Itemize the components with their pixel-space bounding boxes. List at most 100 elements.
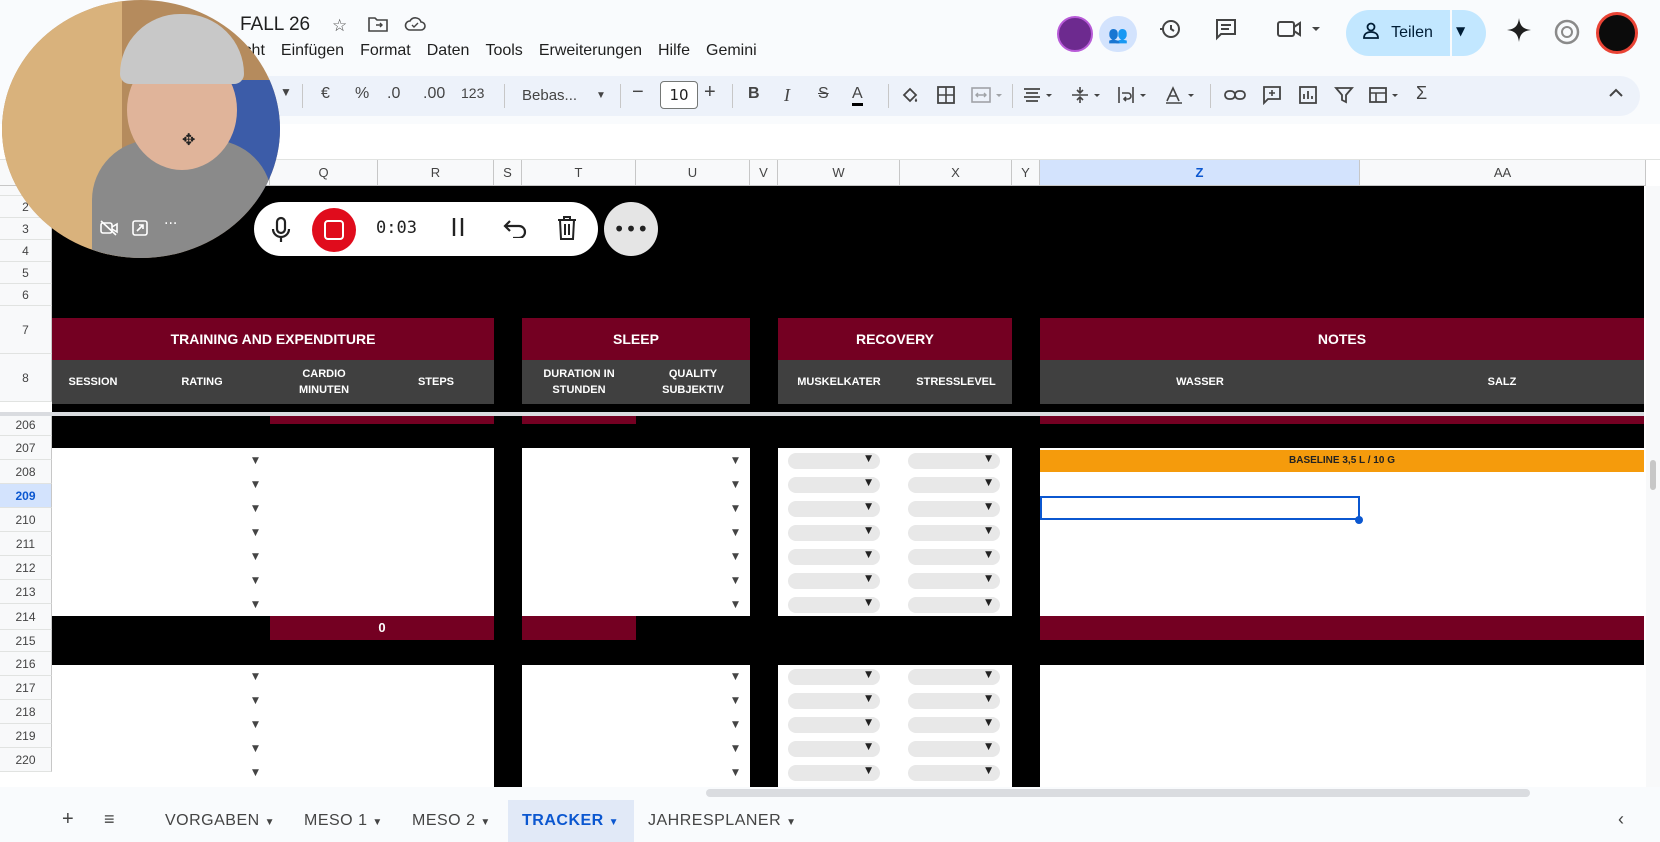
rating-dropdown-icon[interactable]: ▼ [252, 600, 259, 610]
menu-gemini[interactable]: Gemini [706, 42, 757, 60]
italic-button[interactable]: I [784, 85, 790, 106]
stop-recording-button[interactable] [312, 208, 356, 252]
row-header[interactable]: 208 [0, 460, 52, 484]
muskelkater-dropdown-chip[interactable]: ▼ [788, 525, 880, 541]
gemini-sparkle-icon[interactable] [1506, 17, 1532, 49]
fill-color-icon[interactable] [900, 85, 920, 110]
tab-jahresplaner[interactable]: JAHRESPLANER ▼ [648, 812, 797, 830]
insert-comment-icon[interactable] [1262, 85, 1282, 110]
bubble-more-icon[interactable]: ··· [164, 216, 177, 232]
quality-dropdown-icon[interactable]: ▼ [732, 720, 739, 730]
row-header-selected[interactable]: 209 [0, 484, 52, 508]
cloud-saved-icon[interactable] [404, 16, 426, 37]
text-rotation-icon[interactable] [1164, 85, 1198, 110]
cardio-total-cell[interactable]: 0 [270, 616, 494, 640]
stresslevel-dropdown-chip[interactable]: ▼ [908, 525, 1000, 541]
borders-icon[interactable] [936, 85, 956, 110]
merge-cells-icon[interactable] [970, 85, 1004, 110]
column-header-s[interactable]: S [494, 160, 522, 186]
filter-icon[interactable] [1334, 85, 1354, 110]
quality-dropdown-icon[interactable]: ▼ [732, 552, 739, 562]
share-dropdown-arrow-icon[interactable]: ▼ [1456, 24, 1465, 38]
quality-dropdown-icon[interactable]: ▼ [732, 672, 739, 682]
percent-format-button[interactable]: % [355, 85, 369, 103]
column-header-aa[interactable]: AA [1360, 160, 1646, 186]
muskelkater-dropdown-chip[interactable]: ▼ [788, 501, 880, 517]
header-wasser[interactable]: WASSER [1040, 360, 1360, 404]
fill-handle[interactable] [1355, 516, 1363, 524]
microphone-icon[interactable] [270, 216, 292, 248]
rating-dropdown-icon[interactable]: ▼ [252, 456, 259, 466]
currency-format-button[interactable]: € [321, 85, 330, 103]
font-size-input[interactable]: 10 [660, 81, 698, 109]
menu-extensions[interactable]: Erweiterungen [539, 42, 642, 60]
quality-dropdown-icon[interactable]: ▼ [732, 480, 739, 490]
row-header[interactable]: 210 [0, 508, 52, 532]
row-header[interactable]: 217 [0, 676, 52, 700]
all-sheets-list-icon[interactable]: ≡ [104, 809, 115, 830]
baseline-cell[interactable]: BASELINE 3,5 L / 10 G [1040, 450, 1644, 472]
rating-dropdown-icon[interactable]: ▼ [252, 744, 259, 754]
quality-dropdown-icon[interactable]: ▼ [732, 576, 739, 586]
quality-dropdown-icon[interactable]: ▼ [732, 600, 739, 610]
sidebar-toggle-chevron-icon[interactable]: ‹ [1618, 809, 1625, 830]
move-folder-icon[interactable] [368, 16, 388, 37]
bold-button[interactable]: B [748, 85, 760, 103]
header-rating[interactable]: RATING [134, 360, 270, 404]
tab-tracker[interactable]: TRACKER ▼ [522, 812, 619, 830]
tab-vorgaben[interactable]: VORGABEN ▼ [165, 812, 275, 830]
header-quality[interactable]: QUALITY SUBJEKTIV [636, 360, 750, 404]
quality-dropdown-icon[interactable]: ▼ [732, 768, 739, 778]
horizontal-scroll-thumb[interactable] [706, 789, 1530, 797]
stresslevel-dropdown-chip[interactable]: ▼ [908, 717, 1000, 733]
vertical-scroll-thumb[interactable] [1650, 460, 1656, 490]
row-header[interactable]: 7 [0, 306, 52, 354]
comments-icon[interactable] [1214, 17, 1238, 47]
column-header-q[interactable]: Q [270, 160, 378, 186]
column-header-x[interactable]: X [900, 160, 1012, 186]
quality-dropdown-icon[interactable]: ▼ [732, 696, 739, 706]
row-header[interactable]: 5 [0, 262, 52, 284]
stresslevel-dropdown-chip[interactable]: ▼ [908, 597, 1000, 613]
tab-meso-2[interactable]: MESO 2 ▼ [412, 812, 491, 830]
collaborator-avatar[interactable] [1057, 16, 1093, 52]
assistant-knot-icon[interactable] [1552, 17, 1582, 53]
row-header[interactable]: 215 [0, 630, 52, 652]
header-stresslevel[interactable]: STRESSLEVEL [900, 360, 1012, 404]
functions-button[interactable]: Σ [1416, 83, 1427, 104]
column-header-t[interactable]: T [522, 160, 636, 186]
version-history-icon[interactable] [1158, 17, 1182, 47]
column-header-w[interactable]: W [778, 160, 900, 186]
zoom-dropdown-arrow-icon[interactable]: ▼ [280, 85, 292, 99]
section-recovery[interactable]: RECOVERY [778, 318, 1012, 360]
selected-cell-z209[interactable] [1040, 496, 1360, 520]
rating-dropdown-icon[interactable]: ▼ [252, 576, 259, 586]
header-session[interactable]: SESSION [52, 360, 134, 404]
row-header[interactable]: 206 [0, 414, 52, 436]
increase-font-size-button[interactable]: + [704, 81, 716, 104]
muskelkater-dropdown-chip[interactable]: ▼ [788, 573, 880, 589]
header-salz[interactable]: SALZ [1360, 360, 1644, 404]
rating-dropdown-icon[interactable]: ▼ [252, 696, 259, 706]
stresslevel-dropdown-chip[interactable]: ▼ [908, 693, 1000, 709]
row-header[interactable]: 207 [0, 436, 52, 460]
account-avatar[interactable] [1596, 12, 1638, 54]
rating-dropdown-icon[interactable]: ▼ [252, 528, 259, 538]
collapse-menus-icon[interactable] [1608, 85, 1624, 101]
decrease-font-size-button[interactable]: − [632, 81, 644, 104]
rating-dropdown-icon[interactable]: ▼ [252, 768, 259, 778]
row-header[interactable]: 214 [0, 604, 52, 630]
font-family-select[interactable]: Bebas... ▼ [522, 82, 612, 110]
column-header-z[interactable]: Z [1040, 160, 1360, 186]
row-header[interactable]: 213 [0, 580, 52, 604]
meet-video-icon[interactable] [1276, 17, 1322, 47]
rating-dropdown-icon[interactable]: ▼ [252, 480, 259, 490]
column-header-r[interactable]: R [378, 160, 494, 186]
decrease-decimal-button[interactable]: .0 [387, 85, 400, 103]
row-header[interactable]: 216 [0, 652, 52, 676]
insert-chart-icon[interactable] [1298, 85, 1318, 110]
row-header[interactable]: 220 [0, 748, 52, 772]
header-muskelkater[interactable]: MUSKELKATER [778, 360, 900, 404]
stresslevel-dropdown-chip[interactable]: ▼ [908, 765, 1000, 781]
menu-help[interactable]: Hilfe [658, 42, 690, 60]
